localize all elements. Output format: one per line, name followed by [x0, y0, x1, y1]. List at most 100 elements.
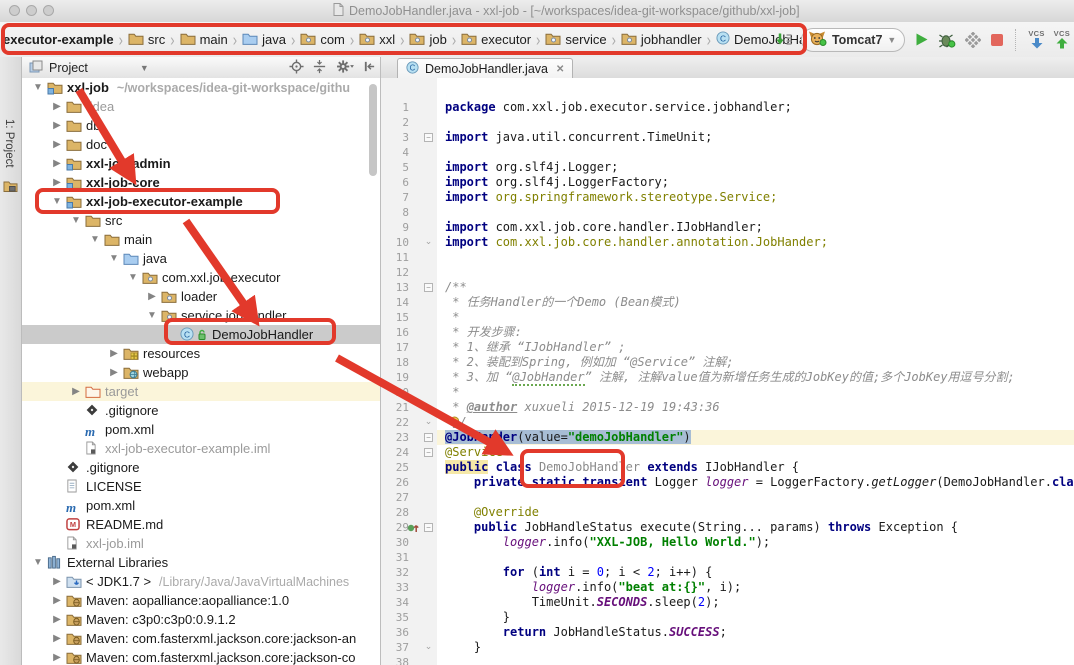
fold-marker-icon[interactable]: − — [424, 283, 433, 292]
tree-item-xxl-job-core[interactable]: ▶xxl-job-core — [22, 173, 380, 192]
chevron-collapsed-icon[interactable]: ▶ — [51, 610, 63, 629]
code-line-37[interactable]: } — [437, 640, 1074, 655]
tree-item-main[interactable]: ▼main — [22, 230, 380, 249]
chevron-expanded-icon[interactable]: ▼ — [32, 78, 44, 97]
chevron-expanded-icon[interactable]: ▼ — [51, 192, 63, 211]
tree-item-maven-aopalliance-aopalliance-1.0[interactable]: ▶Maven: aopalliance:aopalliance:1.0 — [22, 591, 380, 610]
minimize-button[interactable] — [26, 5, 37, 16]
tree-item-xxl-job-executor-example.iml[interactable]: xxl-job-executor-example.iml — [22, 439, 380, 458]
code-line-15[interactable]: * — [437, 310, 1074, 325]
code-line-19[interactable]: * 3、加 “@JobHander” 注解, 注解value值为新增任务生成的J… — [437, 370, 1074, 385]
code-line-2[interactable] — [437, 115, 1074, 130]
code-line-18[interactable]: * 2、装配到Spring, 例如加 “@Service” 注解; — [437, 355, 1074, 370]
breadcrumb-item-executor-example[interactable]: executor-example — [2, 32, 115, 47]
code-line-36[interactable]: return JobHandleStatus.SUCCESS; — [437, 625, 1074, 640]
tree-item-.gitignore[interactable]: .gitignore — [22, 401, 380, 420]
vcs-commit-button[interactable]: VCS — [1054, 30, 1070, 49]
tree-item-license[interactable]: LICENSE — [22, 477, 380, 496]
tree-item-xxl-job-executor-example[interactable]: ▼xxl-job-executor-example — [22, 192, 380, 211]
tree-item-java[interactable]: ▼java — [22, 249, 380, 268]
code-line-10[interactable]: import com.xxl.job.core.handler.annotati… — [437, 235, 1074, 250]
coverage-button[interactable] — [965, 32, 981, 48]
project-panel-title[interactable]: Project — [49, 61, 88, 75]
tree-item-db[interactable]: ▶db — [22, 116, 380, 135]
fold-marker-icon[interactable]: − — [424, 433, 433, 442]
breadcrumb-item-java[interactable]: java — [241, 31, 287, 49]
chevron-expanded-icon[interactable]: ▼ — [108, 249, 120, 268]
tree-item-pom.xml[interactable]: mpom.xml — [22, 420, 380, 439]
code-line-31[interactable] — [437, 550, 1074, 565]
code-line-17[interactable]: * 1、继承 “IJobHandler” ; — [437, 340, 1074, 355]
code-line-7[interactable]: import org.springframework.stereotype.Se… — [437, 190, 1074, 205]
breadcrumb-item-xxl[interactable]: xxl — [358, 31, 396, 49]
locate-icon[interactable] — [289, 59, 304, 77]
code-line-25[interactable]: public class DemoJobHandler extends IJob… — [437, 460, 1074, 475]
close-icon[interactable]: ✕ — [556, 64, 564, 75]
chevron-expanded-icon[interactable]: ▼ — [146, 306, 158, 325]
breadcrumb-item-main[interactable]: main — [179, 31, 229, 49]
run-button[interactable] — [914, 32, 929, 47]
code-line-26[interactable]: private static transient Logger logger =… — [437, 475, 1074, 490]
code-line-22[interactable]: */ — [437, 415, 1074, 430]
tree-item-com.xxl.job.executor[interactable]: ▼com.xxl.job.executor — [22, 268, 380, 287]
code-line-29[interactable]: public JobHandleStatus execute(String...… — [437, 520, 1074, 535]
tree-item-resources[interactable]: ▶resources — [22, 344, 380, 363]
settings-gear-icon[interactable] — [335, 59, 355, 77]
code-line-8[interactable] — [437, 205, 1074, 220]
tree-item-xxl-job.iml[interactable]: xxl-job.iml — [22, 534, 380, 553]
code-line-13[interactable]: /** — [437, 280, 1074, 295]
breadcrumb-item-jobhandler[interactable]: jobhandler — [620, 31, 703, 49]
project-folder-icon[interactable] — [3, 179, 18, 196]
code-line-32[interactable]: for (int i = 0; i < 2; i++) { — [437, 565, 1074, 580]
breadcrumb-item-executor[interactable]: executor — [460, 31, 532, 49]
code-line-14[interactable]: * 任务Handler的一个Demo (Bean模式) — [437, 295, 1074, 310]
tree-item-xxl-job-admin[interactable]: ▶xxl-job-admin — [22, 154, 380, 173]
chevron-expanded-icon[interactable]: ▼ — [32, 553, 44, 572]
chevron-down-icon[interactable]: ▼ — [140, 63, 149, 73]
tree-item-service.jobhandler[interactable]: ▼service.jobhandler — [22, 306, 380, 325]
tree-item-target[interactable]: ▶target — [22, 382, 380, 401]
chevron-collapsed-icon[interactable]: ▶ — [51, 572, 63, 591]
chevron-collapsed-icon[interactable]: ▶ — [51, 173, 63, 192]
code-line-1[interactable]: package com.xxl.job.executor.service.job… — [437, 100, 1074, 115]
chevron-expanded-icon[interactable]: ▼ — [89, 230, 101, 249]
code-line-34[interactable]: TimeUnit.SECONDS.sleep(2); — [437, 595, 1074, 610]
code-line-30[interactable]: logger.info("XXL-JOB, Hello World."); — [437, 535, 1074, 550]
code-line-38[interactable] — [437, 655, 1074, 665]
tree-item-.idea[interactable]: ▶.idea — [22, 97, 380, 116]
code-line-21[interactable]: * @author xuxueli 2015-12-19 19:43:36 — [437, 400, 1074, 415]
fold-marker-icon[interactable]: − — [424, 523, 433, 532]
fold-marker-icon[interactable]: − — [424, 133, 433, 142]
breadcrumb-item-service[interactable]: service — [544, 31, 607, 49]
tree-item-maven-com.fasterxml.jackson.core-jackson-co[interactable]: ▶Maven: com.fasterxml.jackson.core:jacks… — [22, 648, 380, 665]
collapse-all-icon[interactable] — [363, 60, 376, 76]
run-config-selector[interactable]: Tomcat7 ▼ — [801, 28, 905, 52]
zoom-button[interactable] — [43, 5, 54, 16]
tree-item-src[interactable]: ▼src — [22, 211, 380, 230]
code-line-5[interactable]: import org.slf4j.Logger; — [437, 160, 1074, 175]
code-editor[interactable]: package com.xxl.job.executor.service.job… — [437, 78, 1074, 665]
code-line-11[interactable] — [437, 250, 1074, 265]
tree-item-loader[interactable]: ▶loader — [22, 287, 380, 306]
select-in-icon[interactable] — [775, 32, 792, 48]
tree-scrollbar[interactable] — [369, 84, 377, 176]
code-line-6[interactable]: import org.slf4j.LoggerFactory; — [437, 175, 1074, 190]
chevron-collapsed-icon[interactable]: ▶ — [108, 363, 120, 382]
tree-item-pom.xml[interactable]: mpom.xml — [22, 496, 380, 515]
code-line-20[interactable]: * — [437, 385, 1074, 400]
code-line-35[interactable]: } — [437, 610, 1074, 625]
code-line-23[interactable]: @JobHander(value="demoJobHandler") — [437, 430, 1074, 445]
code-line-12[interactable] — [437, 265, 1074, 280]
tree-item-readme.md[interactable]: MREADME.md — [22, 515, 380, 534]
chevron-collapsed-icon[interactable]: ▶ — [51, 648, 63, 665]
fold-end-icon[interactable]: ⌄ — [424, 418, 433, 427]
tree-item-xxl-job[interactable]: ▼xxl-job~/workspaces/idea-git-workspace/… — [22, 78, 380, 97]
fold-end-icon[interactable]: ⌄ — [424, 643, 433, 652]
tab-demojobhandler[interactable]: C DemoJobHandler.java ✕ — [397, 58, 573, 79]
scroll-from-source-icon[interactable] — [312, 59, 327, 77]
tree-item-maven-c3p0-c3p0-0.9.1.2[interactable]: ▶Maven: c3p0:c3p0:0.9.1.2 — [22, 610, 380, 629]
code-line-28[interactable]: @Override — [437, 505, 1074, 520]
tree-item-doc[interactable]: ▶doc — [22, 135, 380, 154]
fold-end-icon[interactable]: ⌄ — [424, 238, 433, 247]
code-line-33[interactable]: logger.info("beat at:{}", i); — [437, 580, 1074, 595]
